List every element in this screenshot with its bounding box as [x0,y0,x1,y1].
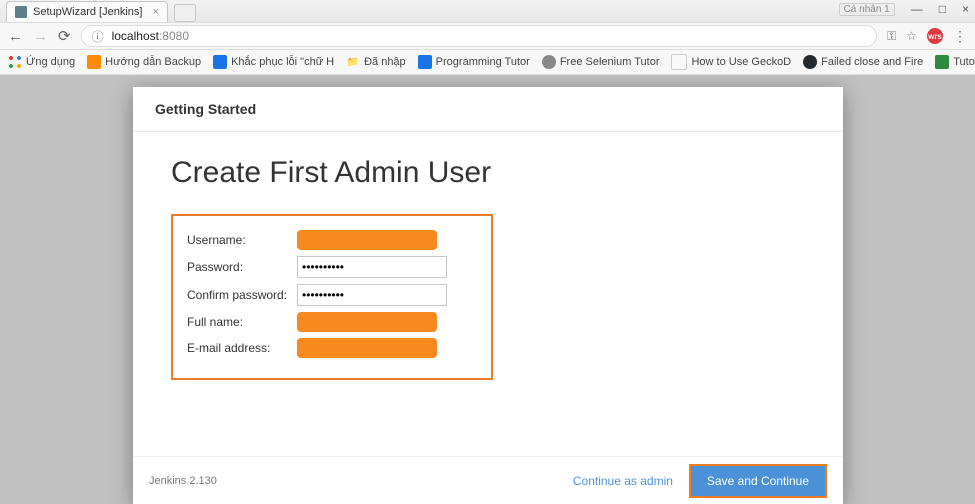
bookmark-item[interactable]: How to Use GeckoD [671,54,791,70]
bookmark-apps[interactable]: Ứng dụng [8,55,75,69]
window-controls: Cá nhân 1 — □ × [839,2,969,16]
label-username: Username: [187,233,297,247]
jenkins-version: Jenkins 2.130 [149,475,217,487]
fullname-field-redacted[interactable] [297,312,437,332]
browser-chrome: SetupWizard [Jenkins] × Cá nhân 1 — □ × … [0,0,975,75]
bookmark-item[interactable]: Hướng dẫn Backup [87,55,201,69]
password-field[interactable] [297,256,447,278]
tab-close-icon[interactable]: × [152,6,158,18]
password-key-icon[interactable]: ⚿ [887,29,896,44]
bookmark-item[interactable]: Tutorials for Sencha [935,55,975,69]
form-row-fullname: Full name: [187,312,477,332]
modal-footer: Jenkins 2.130 Continue as admin Save and… [133,456,843,504]
save-and-continue-button[interactable]: Save and Continue [689,464,827,498]
form-row-email: E-mail address: [187,338,477,358]
page-background: Getting Started Create First Admin User … [0,75,975,504]
bookmark-star-icon[interactable]: ☆ [906,29,917,43]
bookmark-icon [213,55,227,69]
form-row-password: Password: [187,256,477,278]
url-input[interactable]: ⓘ localhost:8080 [81,25,878,47]
form-row-confirm: Confirm password: [187,284,477,306]
apps-grid-icon [8,55,22,69]
nav-forward-icon: → [33,28,48,45]
site-info-icon[interactable]: ⓘ [92,28,104,45]
email-field-redacted[interactable] [297,338,437,358]
extension-badge[interactable]: wrs [927,28,943,44]
bookmark-item[interactable]: Khắc phục lỗi "chữ H [213,55,334,69]
bookmark-icon [418,55,432,69]
modal-header: Getting Started [133,87,843,132]
profile-badge[interactable]: Cá nhân 1 [839,3,895,16]
admin-user-form: Username: Password: Confirm password: Fu… [171,214,493,380]
username-field-redacted[interactable] [297,230,437,250]
form-row-username: Username: [187,230,477,250]
modal-body: Create First Admin User Username: Passwo… [133,132,843,456]
continue-as-admin-link[interactable]: Continue as admin [573,474,673,488]
bookmark-icon [542,55,556,69]
url-host: localhost [112,29,159,43]
bookmark-item[interactable]: Programming Tutor [418,55,530,69]
label-confirm: Confirm password: [187,288,297,302]
page-title: Create First Admin User [171,156,805,190]
github-icon [803,55,817,69]
folder-icon: 📁 [346,55,360,69]
label-email: E-mail address: [187,341,297,355]
tab-strip: SetupWizard [Jenkins] × Cá nhân 1 — □ × [0,0,975,22]
window-close-icon[interactable]: × [962,2,969,16]
label-password: Password: [187,260,297,274]
document-icon [671,54,687,70]
window-maximize-icon[interactable]: □ [939,2,946,16]
label-fullname: Full name: [187,315,297,329]
confirm-password-field[interactable] [297,284,447,306]
bookmarks-bar: Ứng dụng Hướng dẫn Backup Khắc phục lỗi … [0,50,975,75]
address-bar: ← → ⟳ ⓘ localhost:8080 ⚿ ☆ wrs ⋮ [0,22,975,50]
setup-wizard-modal: Getting Started Create First Admin User … [133,87,843,504]
bookmark-item[interactable]: Failed close and Fire [803,55,923,69]
browser-menu-icon[interactable]: ⋮ [953,28,967,45]
tab-favicon [15,6,27,18]
bookmark-icon [87,55,101,69]
window-minimize-icon[interactable]: — [911,2,923,16]
tab-title: SetupWizard [Jenkins] [33,6,142,18]
address-bar-right: ⚿ ☆ wrs ⋮ [887,28,967,45]
bookmark-item[interactable]: 📁Đã nhập [346,55,406,69]
nav-back-icon[interactable]: ← [8,28,23,45]
bookmark-icon [935,55,949,69]
url-port: :8080 [159,29,189,43]
new-tab-button[interactable] [174,4,196,22]
browser-tab[interactable]: SetupWizard [Jenkins] × [6,1,168,22]
nav-reload-icon[interactable]: ⟳ [58,27,71,45]
bookmark-item[interactable]: Free Selenium Tutor [542,55,660,69]
